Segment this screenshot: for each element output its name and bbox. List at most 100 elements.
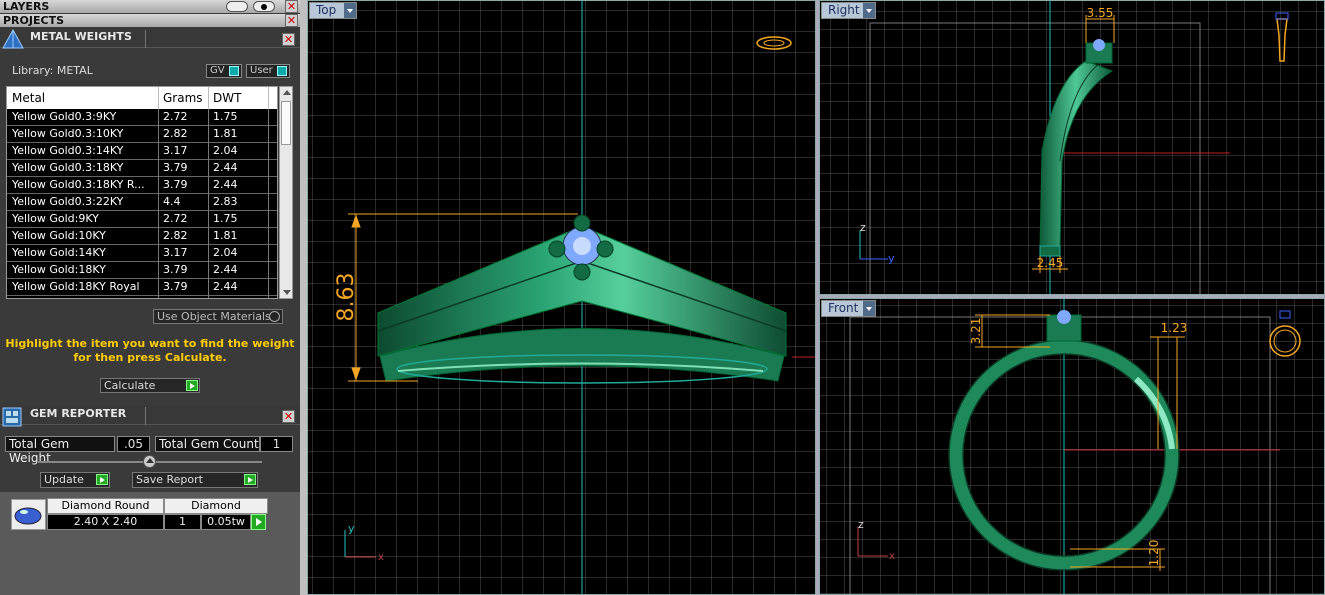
total-gem-weight-label: Total Gem Weight [5, 436, 115, 465]
eye-icon[interactable] [253, 1, 275, 12]
metal-name: Yellow Gold0.3:9KY [12, 110, 117, 123]
table-row[interactable]: Yellow Gold:10KY 2.82 1.81 [7, 228, 277, 245]
close-icon: ✕ [283, 410, 294, 423]
projects-header[interactable]: PROJECTS [0, 14, 300, 27]
update-label: Update [44, 473, 84, 486]
header-divider [145, 30, 146, 48]
metal-name: Yellow Gold:14KY [12, 246, 106, 259]
metal-dwt: 1.75 [213, 212, 238, 225]
table-row[interactable]: Yellow Gold0.3:18KY R... 3.79 2.44 [7, 177, 277, 194]
viewport-top-menu[interactable]: Top [309, 2, 357, 19]
metal-name: Yellow Gold:18KY [12, 263, 106, 276]
viewport-right[interactable]: 3.55 2.45 z y Right [819, 0, 1325, 295]
metal-grams: 3.79 [163, 161, 188, 174]
total-gem-count-value: 1 [260, 436, 293, 452]
scroll-up-icon[interactable] [283, 90, 291, 95]
metal-grams: 3.79 [163, 263, 188, 276]
update-button[interactable]: Update [40, 472, 110, 488]
metal-name: Yellow Gold0.3:14KY [12, 144, 124, 157]
metal-table-scrollbar[interactable] [279, 86, 293, 299]
scroll-thumb[interactable] [281, 101, 291, 145]
column-header-metal[interactable]: Metal [12, 91, 45, 105]
library-label: Library: METAL [12, 64, 93, 77]
metal-table-header: Metal Grams DWT [7, 87, 277, 109]
axis-z-label: z [858, 518, 864, 531]
calculate-label: Calculate [104, 379, 156, 392]
hint-line-1: Highlight the item you want to find the … [5, 337, 295, 350]
metal-grams: 4.4 [163, 195, 181, 208]
table-row[interactable]: Yellow Gold0.3:9KY 2.72 1.75 [7, 109, 277, 126]
table-row[interactable]: Yellow Gold0.3:22KY 4.4 2.83 [7, 194, 277, 211]
metal-name: Yellow Gold0.3:10KY [12, 127, 124, 140]
viewport-right-menu[interactable]: Right [821, 2, 876, 19]
right-view-canvas[interactable]: 3.55 2.45 z y [820, 1, 1325, 295]
close-icon: ✕ [283, 33, 294, 46]
axis-y-label: y [348, 522, 355, 535]
table-row[interactable]: Yellow Gold0.3:18KY 3.79 2.44 [7, 160, 277, 177]
table-row[interactable]: Yellow Gold0.3:10KY 2.82 1.81 [7, 126, 277, 143]
table-row[interactable]: Yellow Gold0.3:14KY 3.17 2.04 [7, 143, 277, 160]
chevron-down-icon [863, 301, 875, 316]
table-row[interactable]: Yellow Gold:18KY 3.79 2.44 [7, 262, 277, 279]
gem-detail-button[interactable] [251, 514, 266, 530]
projects-close-button[interactable]: ✕ [285, 14, 298, 27]
close-icon: ✕ [286, 14, 297, 27]
metal-name: Yellow Gold:9KY [12, 212, 99, 225]
viewport-top-label: Top [316, 3, 337, 17]
scroll-down-icon[interactable] [283, 290, 291, 295]
gem-slider-thumb[interactable] [143, 455, 156, 468]
metal-dwt: 2.44 [213, 280, 238, 293]
front-view-canvas[interactable]: 3.21 1.23 1.20 z x [820, 299, 1325, 595]
close-icon: ✕ [286, 0, 297, 13]
top-view-canvas[interactable]: 8.63 y x [308, 1, 816, 595]
viewport-top[interactable]: 8.63 y x Top [307, 0, 816, 595]
metal-weights-close-button[interactable]: ✕ [282, 33, 295, 46]
table-row[interactable]: Yellow Gold:14KY 3.17 2.04 [7, 245, 277, 262]
table-row[interactable]: Yellow Gold:9KY 2.72 1.75 [7, 211, 277, 228]
play-icon [186, 380, 198, 391]
metal-weights-title: METAL WEIGHTS [30, 30, 132, 43]
column-header-dwt[interactable]: DWT [213, 91, 241, 105]
viewport-front-menu[interactable]: Front [821, 300, 876, 317]
layers-title: LAYERS [3, 0, 50, 13]
table-row[interactable]: Yellow Gold:18KY Royal 3.79 2.44 [7, 279, 277, 296]
metal-table: Metal Grams DWT Yellow Gold0.3:9KY 2.72 1.… [6, 86, 278, 299]
user-toggle-label: User [250, 65, 273, 76]
metal-name: Yellow Gold0.3:22KY [12, 195, 124, 208]
dimension-top-label: 8.63 [334, 273, 359, 322]
calculate-hint: Highlight the item you want to find the … [0, 337, 300, 365]
gem-reporter-title: GEM REPORTER [30, 407, 127, 420]
column-header-grams[interactable]: Grams [163, 91, 203, 105]
calculate-button[interactable]: Calculate [100, 378, 200, 393]
axis-x-label: x [378, 552, 384, 563]
gv-toggle[interactable]: GV [206, 64, 242, 78]
panel-splitter[interactable] [300, 0, 307, 595]
metal-grams: 2.82 [163, 127, 188, 140]
use-object-materials-toggle[interactable]: Use Object Materials [153, 309, 283, 324]
axis-y-label: y [888, 252, 895, 265]
header-divider [145, 407, 146, 425]
gem-thumbnail[interactable] [11, 499, 46, 530]
hint-line-2: for then press Calculate. [73, 351, 227, 364]
layer-visibility-icon[interactable] [226, 1, 248, 12]
user-toggle[interactable]: User [246, 64, 290, 78]
chevron-down-icon [863, 3, 875, 18]
metal-name: Yellow Gold:10KY [12, 229, 106, 242]
metal-dwt: 2.44 [213, 263, 238, 276]
chevron-down-icon [344, 3, 356, 18]
dimension-right-top-label: 3.55 [1087, 6, 1114, 20]
save-report-button[interactable]: Save Report [132, 472, 258, 488]
projects-title: PROJECTS [3, 14, 64, 27]
gem-size: 2.40 X 2.40 [47, 514, 164, 530]
gem-name: Diamond Round [47, 498, 164, 514]
dimension-front-left-label: 3.21 [969, 318, 983, 345]
layers-close-button[interactable]: ✕ [285, 0, 298, 13]
axis-x-label: x [889, 551, 895, 562]
gem-reporter-close-button[interactable]: ✕ [282, 410, 295, 423]
viewport-front[interactable]: 3.21 1.23 1.20 z x Front [819, 298, 1325, 595]
metal-dwt: 2.44 [213, 178, 238, 191]
gem-quantity: 1 [164, 514, 201, 530]
viewport-right-label: Right [828, 3, 860, 17]
metal-name: Yellow Gold0.3:18KY R... [12, 178, 145, 191]
left-panel: LAYERS ✕ PROJECTS ✕ METAL WEIGHTS ✕ Libr… [0, 0, 300, 595]
